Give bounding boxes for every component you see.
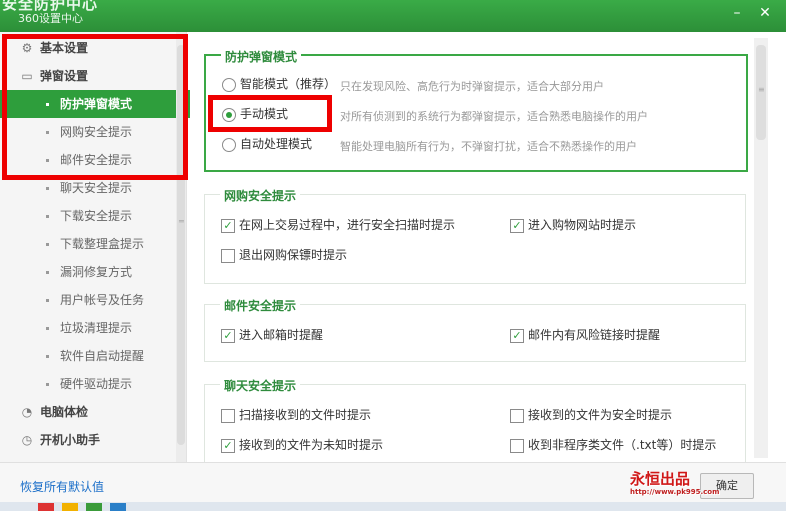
option-label[interactable]: 收到非程序类文件（.txt等）时提示 — [528, 436, 716, 454]
bullet-icon — [46, 383, 49, 386]
group-title: 邮件安全提示 — [220, 297, 301, 314]
sidebar-item-label: 垃圾清理提示 — [60, 321, 133, 335]
bullet-icon — [46, 299, 49, 302]
checkbox-received-unknown[interactable]: ✓ — [221, 439, 235, 453]
option-desc: 智能处理电脑所有行为，不弹窗打扰，适合不熟悉操作的用户 — [340, 140, 637, 153]
option-label[interactable]: 邮件内有风险链接时提醒 — [528, 326, 660, 344]
highlight-box-manual-mode — [208, 95, 332, 132]
taskbar-app-icon[interactable] — [62, 503, 78, 511]
sidebar-item-label: 软件自启动提醒 — [60, 349, 145, 363]
sidebar-item-label: 下载整理盒提示 — [60, 237, 145, 251]
option-label[interactable]: 进入邮箱时提醒 — [239, 326, 323, 344]
option-label[interactable]: 自动处理模式 — [240, 135, 312, 153]
option-desc: 对所有侦测到的系统行为都弹窗提示，适合熟悉电脑操作的用户 — [340, 110, 648, 123]
sidebar-item-label: 用户帐号及任务 — [60, 293, 145, 307]
group-title: 防护弹窗模式 — [221, 48, 302, 65]
highlight-box-sidebar — [2, 34, 188, 180]
option-label[interactable]: 扫描接收到的文件时提示 — [239, 406, 371, 424]
option-label[interactable]: 退出网购保镖时提示 — [239, 246, 347, 264]
shopping-group: 网购安全提示 ✓ 在网上交易过程中，进行安全扫描时提示 ✓ 进入购物网站时提示 … — [204, 187, 746, 284]
bullet-icon — [46, 215, 49, 218]
reset-defaults-link[interactable]: 恢复所有默认值 — [20, 478, 104, 495]
checkbox-shopping-scan[interactable]: ✓ — [221, 219, 235, 233]
group-title: 聊天安全提示 — [220, 377, 301, 394]
chat-group: 聊天安全提示 扫描接收到的文件时提示 接收到的文件为安全时提示 ✓ 接收到的文件… — [204, 377, 746, 474]
radio-auto-mode[interactable] — [222, 138, 236, 152]
option-label[interactable]: 进入购物网站时提示 — [528, 216, 636, 234]
bullet-icon — [46, 271, 49, 274]
bullet-icon — [46, 355, 49, 358]
bullet-icon — [46, 243, 49, 246]
sidebar-item-label: 开机小助手 — [40, 433, 101, 447]
checkbox-non-program[interactable] — [510, 439, 524, 453]
watermark-text: 永恒出品 — [630, 470, 691, 488]
checkbox-scan-received[interactable] — [221, 409, 235, 423]
taskbar-app-icon[interactable] — [38, 503, 54, 511]
minimize-icon[interactable]: – — [724, 2, 750, 24]
bullet-icon — [46, 327, 49, 330]
close-icon[interactable]: ✕ — [752, 2, 778, 24]
clock-icon: ◷ — [21, 433, 33, 447]
option-label[interactable]: 接收到的文件为未知时提示 — [239, 436, 383, 454]
taskbar-app-icon[interactable] — [86, 503, 102, 511]
checkbox-enter-shop[interactable]: ✓ — [510, 219, 524, 233]
checkbox-exit-guard[interactable] — [221, 249, 235, 263]
window-subtitle: 360设置中心 — [18, 12, 83, 25]
sidebar-item-label: 硬件驱动提示 — [60, 377, 133, 391]
option-label[interactable]: 接收到的文件为安全时提示 — [528, 406, 672, 424]
email-group: 邮件安全提示 ✓ 进入邮箱时提醒 ✓ 邮件内有风险链接时提醒 — [204, 297, 746, 362]
sidebar-item-label: 下载安全提示 — [60, 209, 133, 223]
checkbox-enter-mailbox[interactable]: ✓ — [221, 329, 235, 343]
checkbox-risky-link[interactable]: ✓ — [510, 329, 524, 343]
watermark-url: http://www.pk995.com — [630, 488, 720, 496]
radio-smart-mode[interactable] — [222, 78, 236, 92]
option-desc: 只在发现风险、高危行为时弹窗提示，适合大部分用户 — [340, 80, 604, 93]
watermark-logo: 永恒出品 http://www.pk995.com — [630, 470, 770, 506]
option-label[interactable]: 在网上交易过程中，进行安全扫描时提示 — [239, 216, 455, 234]
taskbar-app-icon[interactable] — [110, 503, 126, 511]
grip-icon: ≡ — [758, 85, 765, 94]
group-title: 网购安全提示 — [220, 187, 301, 204]
bullet-icon — [46, 187, 49, 190]
checkbox-received-safe[interactable] — [510, 409, 524, 423]
title-bar: 安全防护中心 360设置中心 – ✕ — [0, 0, 786, 32]
sidebar-item-label: 电脑体检 — [40, 405, 89, 419]
sidebar-item-label: 漏洞修复方式 — [60, 265, 133, 279]
option-label[interactable]: 智能模式（推荐） — [240, 75, 336, 93]
checkup-icon: ◔ — [21, 405, 33, 419]
grip-icon: ═ — [179, 217, 184, 226]
sidebar-item-label: 聊天安全提示 — [60, 181, 133, 195]
